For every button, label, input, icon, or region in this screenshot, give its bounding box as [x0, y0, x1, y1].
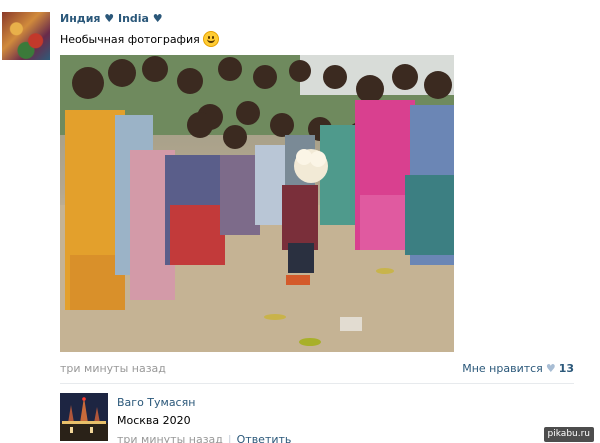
comments-divider: [60, 383, 574, 384]
post-text: Необычная фотография: [60, 31, 219, 47]
author-avatar[interactable]: [2, 12, 50, 60]
photo-illustration: [60, 55, 454, 352]
post-photo[interactable]: [60, 55, 454, 352]
post-text-label: Необычная фотография: [60, 33, 200, 46]
post-footer: три минуты назад Мне нравится ♥ 13: [60, 362, 574, 376]
pikabu-watermark: pikabu.ru: [543, 427, 594, 442]
reply-button[interactable]: Ответить: [237, 433, 292, 443]
smile-emoji-icon: [202, 31, 219, 47]
comment-time[interactable]: три минуты назад: [117, 433, 223, 443]
comment-text: Москва 2020: [117, 414, 191, 427]
wall-post: Индия ♥ India ♥ Необычная фотография три…: [0, 0, 600, 443]
post-author-link[interactable]: Индия ♥ India ♥: [60, 12, 163, 25]
comment-author-link[interactable]: Ваго Тумасян: [117, 396, 195, 409]
like-button[interactable]: Мне нравится ♥ 13: [462, 362, 574, 375]
kremlin-night-photo: [60, 393, 108, 441]
heart-icon: ♥: [545, 362, 556, 375]
like-count: 13: [558, 362, 574, 375]
post-time[interactable]: три минуты назад: [60, 362, 166, 375]
comment-avatar[interactable]: [60, 393, 108, 441]
meta-separator: |: [227, 433, 232, 443]
like-label: Мне нравится: [462, 362, 543, 375]
comment-meta: три минуты назад | Ответить: [117, 433, 291, 443]
